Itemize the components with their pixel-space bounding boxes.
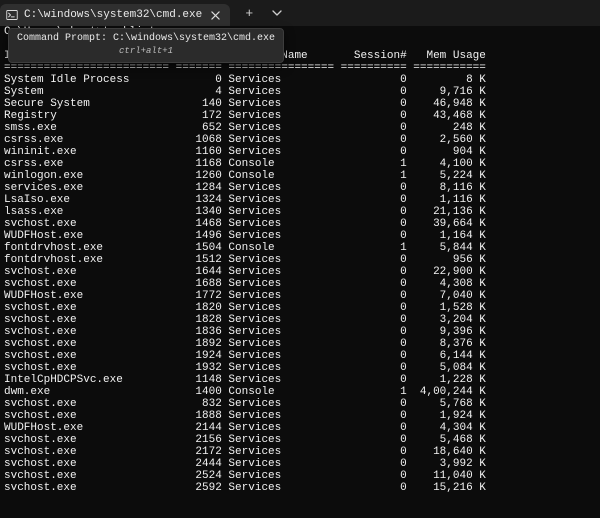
- tab-tooltip: Command Prompt: C:\windows\system32\cmd.…: [8, 28, 284, 63]
- terminal-output[interactable]: C:\Users\mkart>tasklist Image Name PID S…: [0, 26, 600, 518]
- tab-dropdown-button[interactable]: [268, 4, 286, 22]
- terminal-tab[interactable]: C:\windows\system32\cmd.exe: [0, 4, 230, 26]
- new-tab-button[interactable]: +: [240, 4, 258, 22]
- chevron-down-icon: [272, 8, 282, 18]
- tooltip-title: Command Prompt: C:\windows\system32\cmd.…: [17, 33, 275, 45]
- tab-title: C:\windows\system32\cmd.exe: [24, 9, 202, 21]
- close-icon: [211, 11, 220, 20]
- tab-strip-controls: +: [230, 0, 286, 26]
- tooltip-shortcut: ctrl+alt+1: [17, 46, 275, 57]
- title-bar: C:\windows\system32\cmd.exe +: [0, 0, 600, 26]
- close-tab-button[interactable]: [208, 8, 222, 22]
- cmd-icon: [6, 9, 18, 21]
